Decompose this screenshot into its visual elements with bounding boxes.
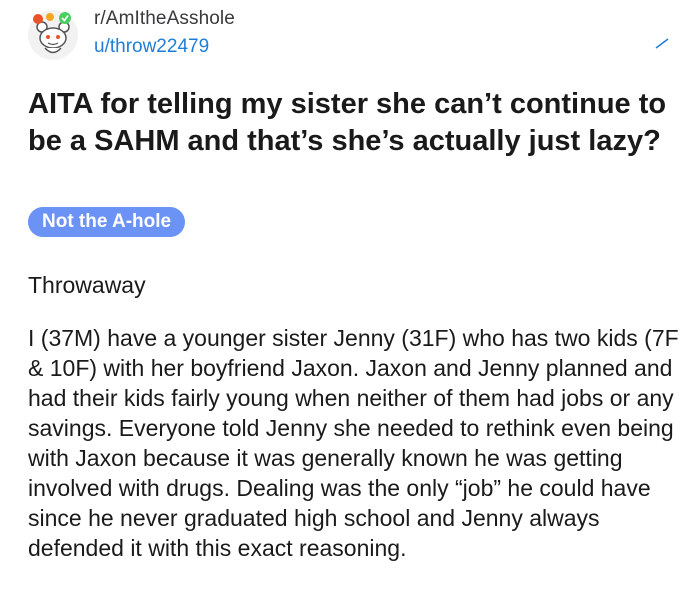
snoo-avatar-icon[interactable] [28, 10, 78, 60]
subreddit-link[interactable]: r/AmItheAsshole [94, 8, 235, 30]
post-header: r/AmItheAsshole u/throw22479 [0, 0, 700, 70]
post-body-intro: Throwaway [28, 272, 146, 298]
post-title: AITA for telling my sister she can’t con… [28, 88, 667, 157]
edit-mark-icon [654, 36, 670, 54]
post-flair-badge[interactable]: Not the A-hole [28, 207, 186, 237]
post-body-text: I (37M) have a younger sister Jenny (31F… [28, 325, 679, 561]
username-link[interactable]: u/throw22479 [94, 36, 209, 58]
